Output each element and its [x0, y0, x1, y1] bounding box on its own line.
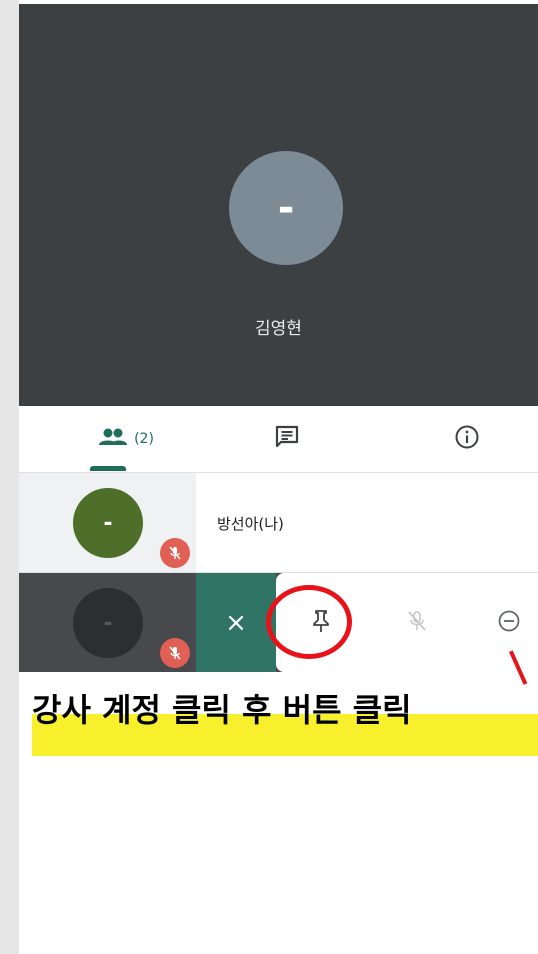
info-icon [454, 424, 480, 454]
main-participant-name: 김영현 [255, 319, 302, 339]
main-video-area[interactable]: - 김영현 [19, 4, 538, 406]
avatar-letter: - [103, 610, 113, 636]
participant-thumbnail: - [19, 473, 196, 572]
close-actions-button[interactable]: × [196, 573, 276, 672]
tab-bar: (2) [19, 406, 538, 473]
tab-info[interactable] [447, 406, 487, 472]
tab-people[interactable]: (2) [89, 406, 163, 472]
participant-thumbnail: - [19, 573, 196, 672]
mute-participant-button[interactable] [397, 603, 437, 643]
remove-participant-button[interactable] [489, 603, 529, 643]
participant-row-self[interactable]: - 방선아(나) [19, 473, 538, 573]
instruction-caption: 강사 계정 클릭 후 버튼 클릭 [32, 691, 412, 729]
chat-icon [274, 424, 300, 454]
mic-off-icon [405, 609, 429, 637]
main-avatar-letter: - [277, 185, 295, 231]
tab-chat[interactable] [267, 406, 307, 472]
close-icon: × [225, 607, 247, 638]
main-participant-avatar: - [229, 151, 343, 265]
pin-highlight-circle [266, 585, 352, 659]
avatar: - [73, 488, 143, 558]
people-icon [98, 427, 128, 451]
active-tab-indicator [90, 466, 126, 471]
remove-icon [497, 609, 521, 637]
meeting-screen: - 김영현 (2) - 방선아(나) - × 강사 계정 클릭 후 버튼 클릭 [19, 0, 538, 954]
mic-off-icon [160, 538, 190, 568]
mic-off-icon [160, 638, 190, 668]
avatar-letter: - [103, 510, 113, 536]
participant-name: 방선아(나) [217, 515, 284, 533]
people-count: (2) [134, 431, 154, 447]
avatar: - [73, 588, 143, 658]
